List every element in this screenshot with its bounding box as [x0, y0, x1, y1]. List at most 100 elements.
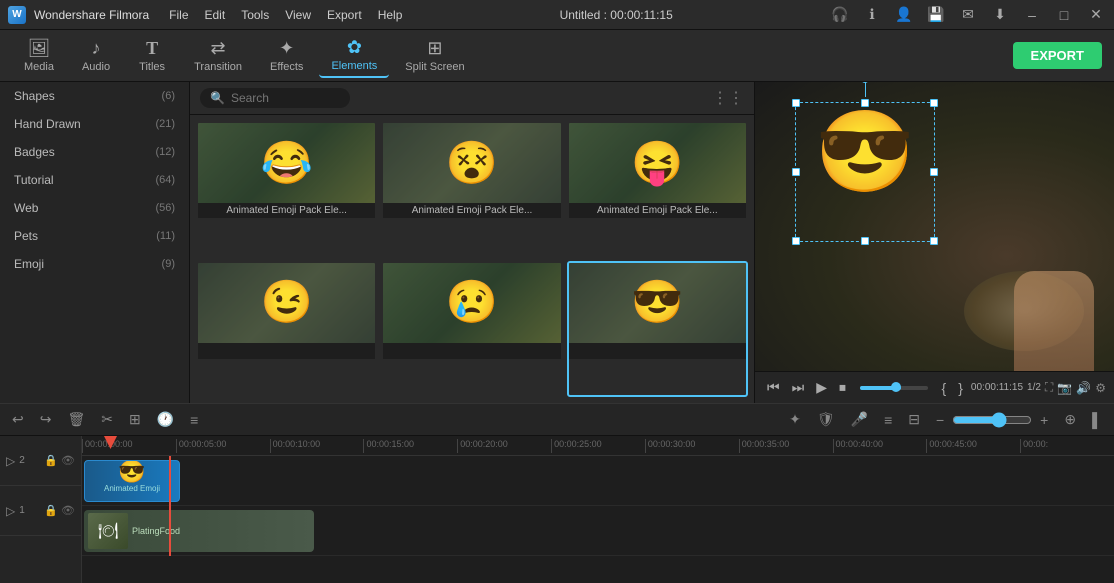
zoom-in-button[interactable]: +: [1036, 410, 1052, 430]
media-item[interactable]: 😉: [196, 261, 377, 398]
lock-icon2[interactable]: 🔒: [44, 504, 58, 517]
headset-icon[interactable]: 🎧: [830, 6, 850, 23]
title-bar: W Wondershare Filmora File Edit Tools Vi…: [0, 0, 1114, 30]
track-video: 🍽 PlatingFood: [82, 506, 1114, 556]
zoom-out-button[interactable]: −: [932, 410, 948, 430]
play-button[interactable]: ▶: [812, 377, 831, 398]
toolbar-audio[interactable]: ♪ Audio: [70, 34, 122, 77]
speed-selector[interactable]: 1/2: [1027, 382, 1041, 393]
toolbar-transition[interactable]: ⇄ Transition: [182, 34, 254, 77]
toolbar-effects[interactable]: ✦ Effects: [258, 34, 315, 77]
grid-view-icon[interactable]: ⋮⋮: [712, 88, 744, 108]
audio-mix-button[interactable]: ≡: [186, 410, 202, 430]
redo-button[interactable]: ↪: [36, 409, 56, 430]
sidebar-item-pets[interactable]: Pets (11): [0, 222, 189, 250]
delete-button[interactable]: 🗑: [63, 409, 89, 430]
sidebar-count-web: (56): [155, 202, 175, 214]
shield-icon[interactable]: 🛡: [813, 409, 839, 430]
transition-icon: ⇄: [211, 38, 226, 59]
ruler-mark: 00:00:35:00: [739, 439, 833, 453]
sidebar-item-handdrawn[interactable]: Hand Drawn (21): [0, 110, 189, 138]
minimize-button[interactable]: –: [1022, 7, 1042, 23]
panel-toggle-button[interactable]: ▌: [1088, 410, 1106, 430]
sidebar-item-emoji[interactable]: Emoji (9): [0, 250, 189, 278]
eye-icon2[interactable]: 👁: [61, 504, 75, 517]
frame-back-button[interactable]: ⏭: [788, 377, 809, 398]
speed-button[interactable]: 🕐: [153, 409, 178, 430]
media-thumb: 😵: [383, 123, 560, 203]
project-title: Untitled : 00:00:11:15: [560, 8, 673, 22]
skip-back-button[interactable]: ⏮: [763, 377, 784, 398]
timeline-right-panel[interactable]: 00:00:00:00 00:00:05:00 00:00:10:00 00:0…: [82, 436, 1114, 583]
export-button[interactable]: EXPORT: [1013, 42, 1102, 69]
media-item-selected[interactable]: 😎: [567, 261, 748, 398]
progress-bar[interactable]: [860, 386, 928, 390]
account-icon[interactable]: 👤: [894, 6, 914, 23]
fullscreen-icon[interactable]: ⛶: [1045, 380, 1053, 395]
search-input[interactable]: [231, 91, 331, 105]
sidebar-item-badges[interactable]: Badges (12): [0, 138, 189, 166]
menu-file[interactable]: File: [169, 8, 188, 22]
media-label: [569, 343, 746, 359]
eye-icon[interactable]: 👁: [61, 454, 75, 467]
media-item[interactable]: 😝 Animated Emoji Pack Ele...: [567, 121, 748, 257]
volume-icon[interactable]: 🔊: [1076, 381, 1091, 395]
close-button[interactable]: ✕: [1086, 6, 1106, 23]
emoji-clip[interactable]: 😎 Animated Emoji: [84, 460, 180, 502]
sidebar-item-tutorial[interactable]: Tutorial (64): [0, 166, 189, 194]
save-icon[interactable]: 💾: [926, 6, 946, 23]
sidebar-count-emoji: (9): [162, 258, 175, 270]
menu-export[interactable]: Export: [327, 8, 362, 22]
maximize-button[interactable]: □: [1054, 7, 1074, 23]
media-item[interactable]: 😢: [381, 261, 562, 398]
window-controls: 🎧 ℹ 👤 💾 ✉ ⬇ – □ ✕: [830, 6, 1106, 23]
ruler-mark: 00:00:00:00: [82, 439, 176, 453]
toolbar-titles[interactable]: T Titles: [126, 34, 178, 77]
add-track-button[interactable]: ⊕: [1060, 409, 1080, 430]
stop-button[interactable]: ⏹: [835, 377, 850, 398]
mail-icon[interactable]: ✉: [958, 6, 978, 23]
media-item[interactable]: 😵 Animated Emoji Pack Ele...: [381, 121, 562, 257]
track-controls-emoji: 🔒 👁: [44, 454, 75, 467]
motion-icon[interactable]: ✦: [785, 409, 805, 430]
track-settings-icon[interactable]: ⊟: [904, 409, 924, 430]
track-play-icon2: ▷: [6, 504, 15, 518]
undo-button[interactable]: ↩: [8, 409, 28, 430]
menu-edit[interactable]: Edit: [205, 8, 226, 22]
preview-panel: 😎 ⏮ ⏭ ▶ ⏹ { } 00:00:11:15 1/2 ⛶ 📷 🔊 ⚙: [754, 82, 1114, 403]
sidebar-count-pets: (11): [156, 230, 175, 242]
cut-button[interactable]: ✂: [97, 409, 117, 430]
sidebar-label-tutorial: Tutorial: [14, 173, 54, 187]
track-emoji: 😎 Animated Emoji: [82, 456, 1114, 506]
sidebar-item-shapes[interactable]: Shapes (6): [0, 82, 189, 110]
ruler-mark: 00:00:: [1020, 439, 1114, 453]
menu-tools[interactable]: Tools: [241, 8, 269, 22]
in-point-icon[interactable]: {: [938, 378, 951, 398]
sidebar-item-web[interactable]: Web (56): [0, 194, 189, 222]
sidebar-label-shapes: Shapes: [14, 89, 55, 103]
info-icon[interactable]: ℹ: [862, 6, 882, 23]
sidebar-label-pets: Pets: [14, 229, 38, 243]
media-item[interactable]: 😂 Animated Emoji Pack Ele...: [196, 121, 377, 257]
screenshot-icon[interactable]: 📷: [1057, 381, 1072, 395]
video-clip[interactable]: 🍽 PlatingFood: [84, 510, 314, 552]
sidebar-label-web: Web: [14, 201, 38, 215]
sidebar-label-handdrawn: Hand Drawn: [14, 117, 81, 131]
zoom-slider[interactable]: [952, 412, 1032, 428]
video-clip-thumb: 🍽: [88, 513, 128, 549]
out-point-icon[interactable]: }: [954, 378, 967, 398]
settings-icon[interactable]: ⚙: [1095, 381, 1106, 395]
menu-help[interactable]: Help: [378, 8, 403, 22]
media-thumb: 😎: [569, 263, 746, 343]
lock-icon[interactable]: 🔒: [44, 454, 58, 467]
emoji-transform-container[interactable]: 😎: [805, 112, 925, 232]
mixer-icon[interactable]: ≡: [880, 410, 896, 430]
menu-view[interactable]: View: [285, 8, 311, 22]
crop-button[interactable]: ⊞: [125, 409, 145, 430]
mic-icon[interactable]: 🎤: [847, 409, 872, 430]
toolbar-media[interactable]: 🖼 Media: [12, 34, 66, 77]
preview-emoji: 😎: [805, 112, 925, 192]
toolbar-elements[interactable]: ✿ Elements: [319, 33, 389, 78]
toolbar-splitscreen[interactable]: ⊞ Split Screen: [393, 34, 476, 77]
download-icon[interactable]: ⬇: [990, 6, 1010, 23]
